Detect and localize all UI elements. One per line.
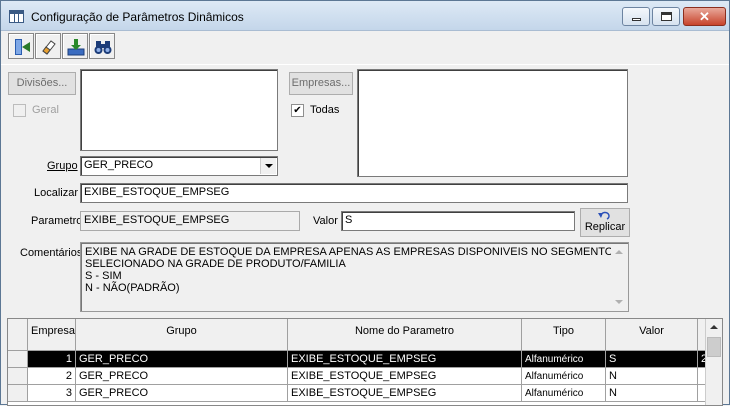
save-download-icon [67,39,85,56]
todas-label: Todas [310,104,340,116]
row-indicator [8,385,28,402]
comment-line: SELECIONADO NA GRADE DE PRODUTO/FAMILIA [85,258,346,270]
localizar-input[interactable]: EXIBE_ESTOQUE_EMPSEG [80,183,628,203]
valor-input[interactable]: S [341,211,575,231]
cell-nome: EXIBE_ESTOQUE_EMPSEG [288,368,522,385]
divisoes-button[interactable]: Divisões... [8,72,76,95]
maximize-button[interactable] [652,7,680,26]
chevron-down-icon[interactable] [260,158,276,174]
save-button[interactable] [62,33,88,59]
window-title: Configuração de Parâmetros Dinâmicos [31,10,244,24]
grid-scrollbar[interactable] [705,319,722,405]
table-window-icon [9,10,24,23]
empresas-listbox[interactable] [357,69,628,177]
cell-empresa: 3 [28,385,76,402]
geral-checkbox[interactable] [13,104,26,117]
cell-valor: N [606,385,698,402]
header-indicator [8,319,28,351]
close-icon: ✕ [699,9,710,24]
table-row[interactable]: 2 GER_PRECO EXIBE_ESTOQUE_EMPSEG Alfanum… [8,368,710,385]
exit-button[interactable] [8,33,34,59]
replicate-arrow-icon [598,211,610,220]
cell-nome: EXIBE_ESTOQUE_EMPSEG [288,351,522,368]
parameters-grid[interactable]: Empresa Grupo Nome do Parametro Tipo Val… [7,318,723,406]
toolbar-separator [1,64,729,65]
col-valor-header[interactable]: Valor [606,319,698,351]
parametro-field: EXIBE_ESTOQUE_EMPSEG [80,211,300,231]
cell-empresa: 1 [28,351,76,368]
binoculars-icon [94,41,112,54]
col-nome-header[interactable]: Nome do Parametro [288,319,522,351]
scroll-up-icon[interactable] [615,250,623,254]
col-tipo-header[interactable]: Tipo [522,319,606,351]
comentarios-label: Comentários [20,247,83,259]
comment-line: EXIBE NA GRADE DE ESTOQUE DA EMPRESA APE… [85,246,614,258]
minimize-button[interactable] [622,7,650,26]
close-button[interactable]: ✕ [683,7,726,26]
find-button[interactable] [89,33,115,59]
exit-door-icon [15,39,30,55]
grupo-label: Grupo [47,160,78,172]
table-row[interactable]: 1 GER_PRECO EXIBE_ESTOQUE_EMPSEG Alfanum… [8,351,710,368]
cell-tipo: Alfanumérico [522,351,606,368]
replicar-button[interactable]: Replicar [580,208,630,237]
cell-nome: EXIBE_ESTOQUE_EMPSEG [288,385,522,402]
replicar-label: Replicar [584,221,626,233]
cell-empresa: 2 [28,368,76,385]
todas-checkbox[interactable]: ✔ [291,104,304,117]
geral-label: Geral [32,104,59,116]
maximize-icon [661,12,672,21]
divisoes-listbox[interactable] [80,69,278,151]
scroll-up-icon[interactable] [710,325,718,329]
table-row[interactable]: 3 GER_PRECO EXIBE_ESTOQUE_EMPSEG Alfanum… [8,385,710,402]
comentarios-memo[interactable]: EXIBE NA GRADE DE ESTOQUE DA EMPRESA APE… [80,242,629,312]
cell-grupo: GER_PRECO [76,385,288,402]
parameter-config-window: Configuração de Parâmetros Dinâmicos ✕ D… [0,0,730,406]
cell-grupo: GER_PRECO [76,368,288,385]
localizar-label: Localizar [34,187,79,199]
minimize-icon [632,18,641,21]
cell-valor: N [606,368,698,385]
memo-scrollbar[interactable] [611,244,627,310]
cell-grupo: GER_PRECO [76,351,288,368]
cell-tipo: Alfanumérico [522,385,606,402]
empresas-button[interactable]: Empresas... [289,72,353,95]
col-empresa-header[interactable]: Empresa [28,319,76,351]
cell-valor: S [606,351,698,368]
grid-header: Empresa Grupo Nome do Parametro Tipo Val… [8,319,710,351]
cell-tipo: Alfanumérico [522,368,606,385]
parametro-label: Parametro [31,215,83,227]
row-indicator [8,368,28,385]
grupo-value: GER_PRECO [84,159,154,171]
scroll-down-icon[interactable] [615,300,623,304]
comment-line: S - SIM [85,270,122,282]
scroll-thumb[interactable] [707,337,721,357]
title-bar[interactable]: Configuração de Parâmetros Dinâmicos ✕ [1,1,729,31]
eraser-icon [42,40,56,55]
row-indicator [8,351,28,368]
clear-button[interactable] [35,33,61,59]
grupo-combobox[interactable]: GER_PRECO [80,156,278,176]
valor-label: Valor [313,215,338,227]
comment-line: N - NÃO(PADRÃO) [85,282,180,294]
col-grupo-header[interactable]: Grupo [76,319,288,351]
